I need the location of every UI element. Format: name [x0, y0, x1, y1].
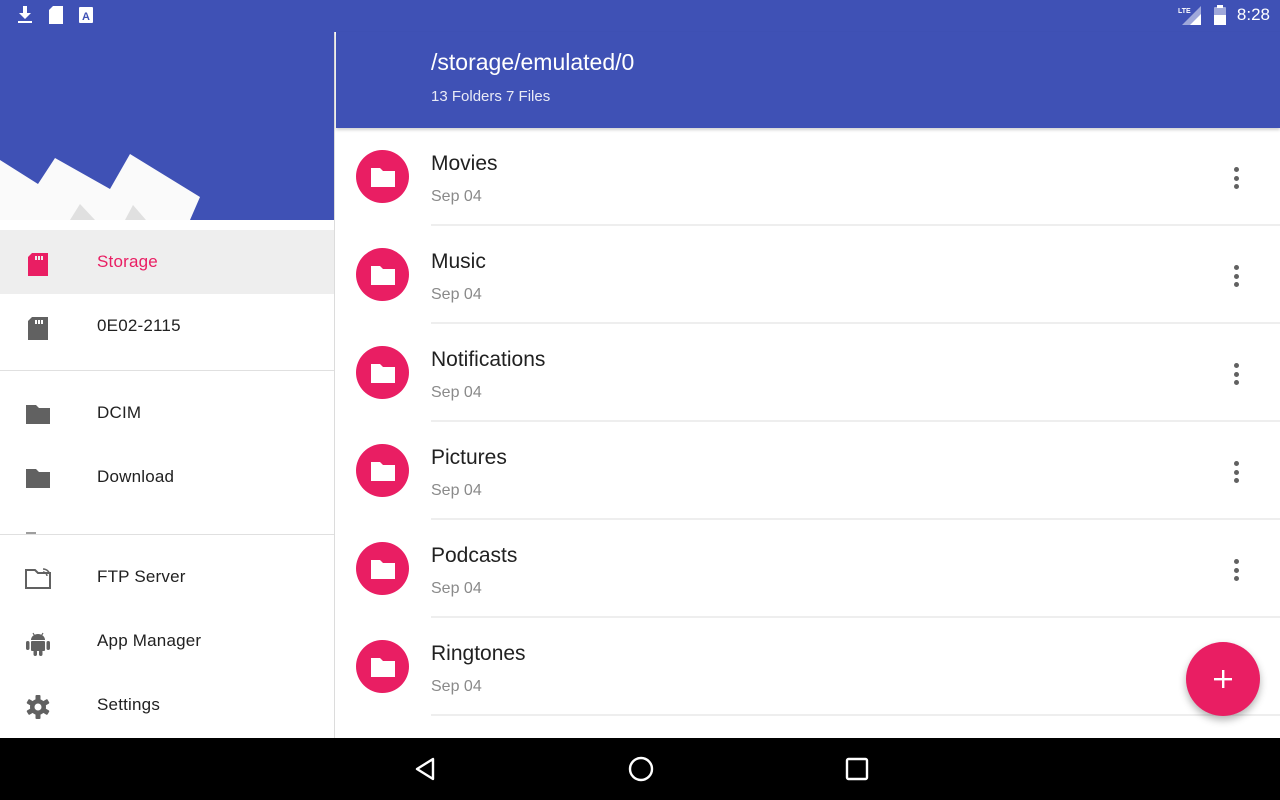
file-name: Movies — [431, 152, 498, 175]
sd-card-icon — [28, 317, 48, 340]
drawer-divider — [0, 534, 334, 535]
system-icons: LTE 8:28 — [1177, 4, 1270, 26]
notification-icons: A — [16, 5, 94, 25]
file-name: Pictures — [431, 446, 507, 469]
clock: 8:28 — [1236, 5, 1270, 24]
drawer-item-app-manager[interactable]: App Manager — [0, 609, 334, 673]
gear-icon — [26, 695, 50, 719]
svg-text:LTE: LTE — [1178, 8, 1191, 15]
recents-button[interactable] — [841, 753, 873, 785]
sd-card-icon — [28, 253, 48, 276]
app-bar: /storage/emulated/0 13 Folders 7 Files — [336, 32, 1280, 128]
drawer-item-settings[interactable]: Settings — [0, 673, 334, 737]
more-options-icon[interactable] — [1226, 360, 1246, 388]
folder-summary: 13 Folders 7 Files — [431, 88, 551, 105]
file-date: Sep 04 — [431, 678, 482, 695]
android-icon — [26, 632, 50, 656]
file-name: Ringtones — [431, 642, 526, 665]
row-divider — [431, 714, 1280, 716]
drawer-item-label: FTP Server — [97, 567, 186, 586]
file-date: Sep 04 — [431, 384, 482, 401]
folder-icon — [26, 469, 50, 488]
list-item[interactable]: Pictures Sep 04 — [336, 422, 1280, 520]
drawer-item-label: App Manager — [97, 631, 202, 650]
drawer-item-storage[interactable]: Storage — [0, 230, 334, 294]
drawer-item-download[interactable]: Download — [0, 445, 334, 509]
more-options-icon[interactable] — [1226, 556, 1246, 584]
home-icon — [628, 756, 654, 782]
folder-avatar — [356, 444, 409, 497]
drawer-item-dcim[interactable]: DCIM — [0, 381, 334, 445]
current-path[interactable]: /storage/emulated/0 — [431, 49, 634, 76]
text-a-icon: A — [79, 7, 93, 23]
folder-avatar — [356, 640, 409, 693]
file-date: Sep 04 — [431, 482, 482, 499]
plus-icon — [1214, 670, 1232, 688]
list-item[interactable]: Ringtones Sep 04 — [336, 618, 1280, 716]
header-illustration — [0, 154, 200, 220]
folder-avatar — [356, 346, 409, 399]
status-bar: A LTE 8:28 — [0, 0, 1280, 32]
recents-icon — [845, 757, 869, 781]
file-date: Sep 04 — [431, 286, 482, 303]
file-name: Music — [431, 250, 486, 273]
home-button[interactable] — [625, 753, 657, 785]
sd-card-icon — [49, 6, 63, 24]
more-options-icon[interactable] — [1226, 458, 1246, 486]
svg-text:A: A — [82, 11, 90, 23]
file-date: Sep 04 — [431, 188, 482, 205]
drawer-item-label: Download — [97, 467, 175, 486]
drawer-item-label: DCIM — [97, 403, 142, 422]
add-fab-button[interactable] — [1186, 642, 1260, 716]
folder-icon — [370, 265, 395, 285]
back-icon — [415, 757, 435, 781]
folder-avatar — [356, 150, 409, 203]
folder-avatar — [356, 542, 409, 595]
system-navigation-bar — [0, 738, 1280, 800]
drawer-item-sd-card[interactable]: 0E02-2115 — [0, 294, 334, 358]
folder-icon — [370, 461, 395, 481]
more-options-icon[interactable] — [1226, 164, 1246, 192]
file-name: Notifications — [431, 348, 546, 371]
drawer-item-label: 0E02-2115 — [97, 316, 181, 335]
folder-icon — [370, 657, 395, 677]
drawer-item-label: Storage — [97, 252, 158, 271]
download-icon — [18, 6, 32, 23]
list-item[interactable]: Notifications Sep 04 — [336, 324, 1280, 422]
file-name: Podcasts — [431, 544, 518, 567]
folder-icon — [26, 405, 50, 424]
file-date: Sep 04 — [431, 580, 482, 597]
list-item[interactable]: Podcasts Sep 04 — [336, 520, 1280, 618]
back-button[interactable] — [410, 753, 442, 785]
folder-icon — [370, 559, 395, 579]
drawer-item-label: Settings — [97, 695, 161, 714]
list-item[interactable]: Music Sep 04 — [336, 226, 1280, 324]
lte-signal-icon: LTE — [1178, 6, 1201, 25]
navigation-drawer: Storage 0E02-2115 DCIM Download FTP Serv… — [0, 32, 335, 738]
drawer-header — [0, 32, 334, 220]
folder-icon — [370, 167, 395, 187]
ftp-folder-icon — [25, 568, 51, 589]
drawer-divider — [0, 370, 334, 371]
battery-icon — [1213, 5, 1226, 25]
folder-icon — [370, 363, 395, 383]
file-list: Movies Sep 04 Music Sep 04 Notifications… — [336, 128, 1280, 738]
drawer-item-ftp-server[interactable]: FTP Server — [0, 545, 334, 609]
folder-avatar — [356, 248, 409, 301]
more-options-icon[interactable] — [1226, 262, 1246, 290]
list-item[interactable]: Movies Sep 04 — [336, 128, 1280, 226]
